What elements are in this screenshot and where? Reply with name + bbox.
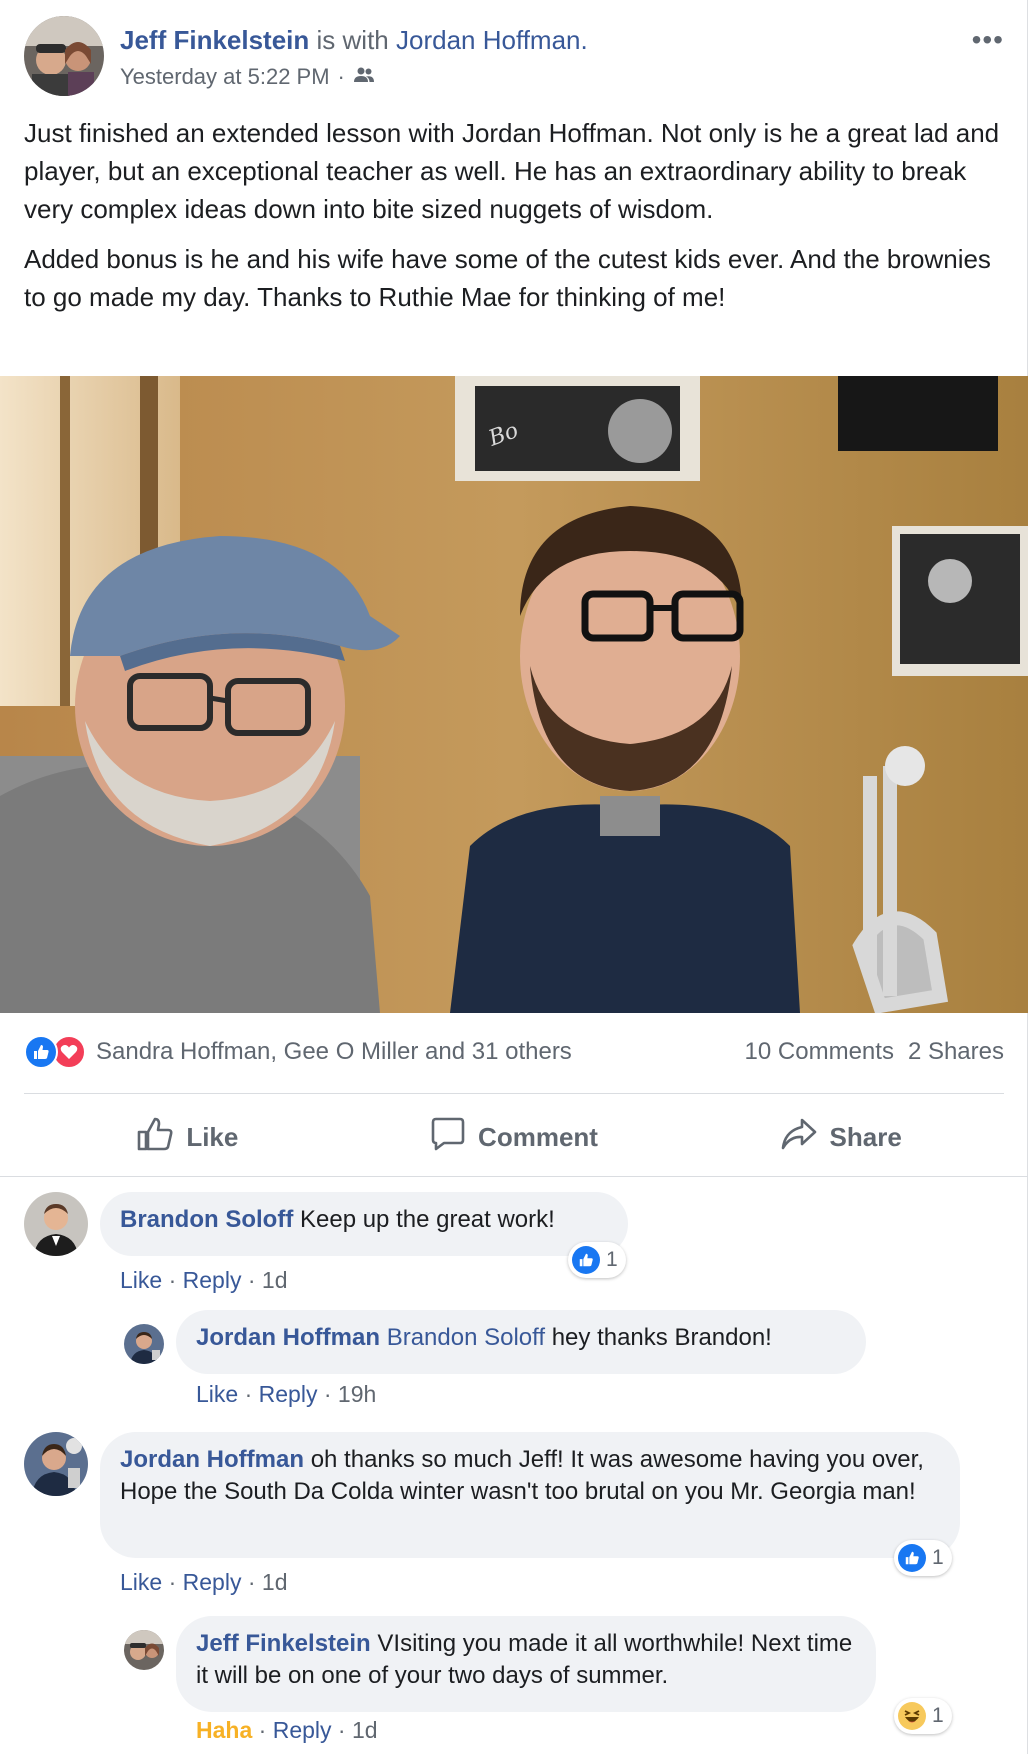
comment-time[interactable]: 1d: [262, 1267, 288, 1293]
actions-divider: [0, 1176, 1028, 1177]
post-actions-bar: Like Comment Share: [24, 1098, 1004, 1176]
stats-right: 10 Comments 2 Shares: [745, 1038, 1004, 1066]
comment-bubble: Jordan Hoffman Brandon Soloff hey thanks…: [176, 1310, 866, 1374]
author-avatar[interactable]: [24, 16, 104, 96]
comment-reaction-badge[interactable]: 1: [568, 1242, 626, 1278]
commenter-avatar[interactable]: [124, 1630, 164, 1670]
commenter-avatar[interactable]: [24, 1432, 88, 1496]
reaction-count: 1: [606, 1248, 618, 1271]
comments-count-link[interactable]: 10 Comments: [745, 1038, 894, 1066]
comment-button-label: Comment: [478, 1121, 598, 1152]
post-header: Jeff Finkelstein is with Jordan Hoffman.…: [24, 16, 1004, 106]
comment-reply-link[interactable]: Reply: [183, 1569, 242, 1595]
comment-author-link[interactable]: Brandon Soloff: [120, 1206, 293, 1233]
comment-like-link[interactable]: Like: [120, 1267, 162, 1293]
share-arrow-icon: [780, 1117, 818, 1158]
friends-audience-icon[interactable]: [353, 63, 375, 91]
post-timestamp[interactable]: Yesterday at 5:22 PM: [120, 63, 330, 91]
post-body: Just finished an extended lesson with Jo…: [24, 114, 1004, 328]
comment-like-link[interactable]: Like: [120, 1569, 162, 1595]
comment-time[interactable]: 19h: [338, 1381, 376, 1407]
comment-author-link[interactable]: Jordan Hoffman: [120, 1446, 304, 1473]
commenter-avatar[interactable]: [24, 1192, 88, 1256]
like-reaction-icon: [24, 1035, 58, 1069]
comment-reply: Jordan Hoffman Brandon Soloff hey thanks…: [124, 1310, 1004, 1410]
comment-author-link[interactable]: Jordan Hoffman: [196, 1324, 380, 1351]
like-icon: [572, 1246, 600, 1274]
thumbs-up-icon: [136, 1116, 174, 1159]
comment-time[interactable]: 1d: [262, 1569, 288, 1595]
reaction-count: 1: [932, 1704, 944, 1727]
facebook-post: Jeff Finkelstein is with Jordan Hoffman.…: [0, 0, 1028, 1754]
tagged-friend-link[interactable]: Jordan Hoffman.: [396, 25, 588, 55]
comment-reply-link[interactable]: Reply: [273, 1717, 332, 1743]
share-button[interactable]: Share: [677, 1098, 1004, 1176]
comment-bubble: Jordan Hoffman oh thanks so much Jeff! I…: [100, 1432, 960, 1558]
reactors-link[interactable]: Sandra Hoffman, Gee O Miller and 31 othe…: [96, 1038, 572, 1066]
comment-time[interactable]: 1d: [352, 1717, 378, 1743]
post-meta: Yesterday at 5:22 PM ·: [120, 63, 375, 91]
comment-meta: Like · Reply · 19h: [196, 1381, 377, 1407]
post-title-line: Jeff Finkelstein is with Jordan Hoffman.: [120, 24, 588, 56]
post-photo[interactable]: Bo: [0, 376, 1028, 1013]
comment-bubble: Jeff Finkelstein VIsiting you made it al…: [176, 1616, 876, 1712]
comment-meta: Like · Reply · 1d: [120, 1267, 288, 1293]
comment-text: Keep up the great work!: [299, 1206, 555, 1233]
haha-icon: [898, 1702, 926, 1730]
post-paragraph: Added bonus is he and his wife have some…: [24, 244, 991, 312]
comment-bubble-icon: [430, 1116, 466, 1159]
like-icon: [898, 1544, 926, 1572]
meta-separator: ·: [337, 64, 345, 89]
comment-reply-link[interactable]: Reply: [259, 1381, 318, 1407]
comment-haha-link[interactable]: Haha: [196, 1717, 252, 1743]
post-paragraph: Just finished an extended lesson with Jo…: [24, 118, 1000, 224]
reaction-stats-bar: Sandra Hoffman, Gee O Miller and 31 othe…: [24, 1032, 1004, 1072]
comment-reaction-badge[interactable]: 1: [894, 1698, 952, 1734]
stats-divider: [24, 1093, 1004, 1094]
share-button-label: Share: [829, 1121, 902, 1152]
more-options-icon[interactable]: •••: [972, 24, 1004, 56]
like-button-label: Like: [186, 1121, 239, 1152]
comment-meta: Haha · Reply · 1d: [196, 1717, 378, 1743]
comment-meta: Like · Reply · 1d: [120, 1569, 288, 1595]
comment-button[interactable]: Comment: [351, 1098, 678, 1176]
comment-bubble: Brandon Soloff Keep up the great work!: [100, 1192, 628, 1256]
commenter-avatar[interactable]: [124, 1324, 164, 1364]
comment-reply: Jeff Finkelstein VIsiting you made it al…: [124, 1616, 1004, 1752]
comment: Brandon Soloff Keep up the great work! 1…: [24, 1192, 1004, 1302]
shares-count-link[interactable]: 2 Shares: [908, 1038, 1004, 1066]
comment-reaction-badge[interactable]: 1: [894, 1540, 952, 1576]
mention-link[interactable]: Brandon Soloff: [387, 1324, 545, 1351]
comment-like-link[interactable]: Like: [196, 1381, 238, 1407]
comment-reply-link[interactable]: Reply: [183, 1267, 242, 1293]
like-button[interactable]: Like: [24, 1098, 351, 1176]
with-text: is with: [316, 25, 389, 55]
comment: Jordan Hoffman oh thanks so much Jeff! I…: [24, 1432, 1004, 1602]
comment-author-link[interactable]: Jeff Finkelstein: [196, 1630, 371, 1657]
comment-text: hey thanks Brandon!: [551, 1324, 772, 1351]
reaction-count: 1: [932, 1546, 944, 1569]
author-name-link[interactable]: Jeff Finkelstein: [120, 25, 309, 55]
reaction-icons[interactable]: [24, 1035, 86, 1069]
